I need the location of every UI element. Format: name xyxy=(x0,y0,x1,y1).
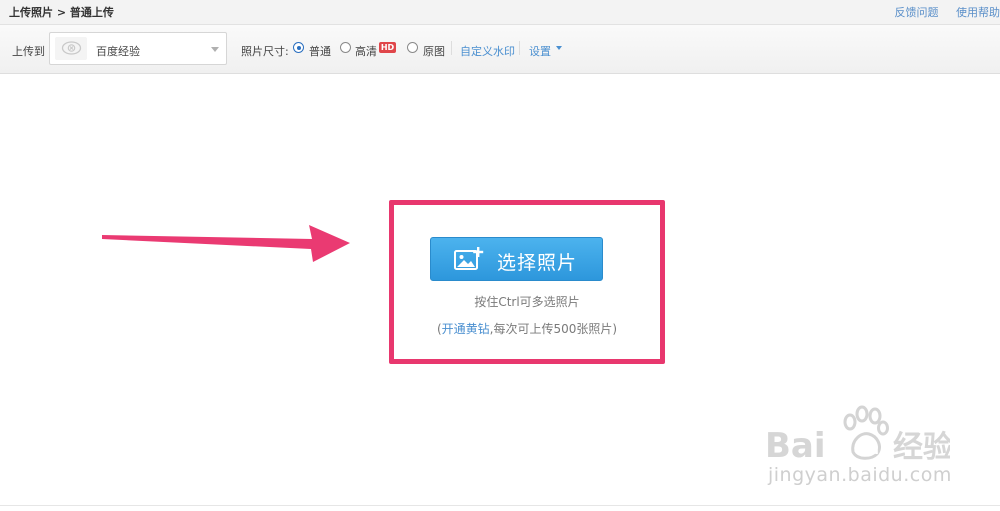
bottom-divider xyxy=(0,505,1000,506)
upload-to-label: 上传到 xyxy=(12,45,45,58)
vip-upload-hint: (开通黄钻,每次可上传500张照片) xyxy=(389,320,665,337)
chevron-down-icon xyxy=(211,47,219,52)
add-image-icon xyxy=(454,247,484,270)
select-photos-button[interactable]: 选择照片 xyxy=(430,237,603,281)
divider xyxy=(451,41,452,55)
svg-text:经验: 经验 xyxy=(893,430,950,464)
settings-chevron-down-icon[interactable] xyxy=(556,46,562,50)
size-normal-radio[interactable] xyxy=(293,42,304,53)
top-bar: 上传照片 > 普通上传 反馈问题 使用帮助 xyxy=(0,0,1000,25)
top-links: 反馈问题 使用帮助 xyxy=(881,4,1000,20)
watermark-site-text: jingyan.baidu.com xyxy=(768,464,952,486)
size-original-radio[interactable] xyxy=(407,42,418,53)
settings-link[interactable]: 设置 xyxy=(529,43,551,59)
upload-toolbar: 上传到 百度经验 照片尺寸: 普通 高清 HD 原图 自定义水印 设置 xyxy=(0,25,1000,74)
size-hd-label[interactable]: 高清 xyxy=(355,43,377,59)
svg-text:du: du xyxy=(859,442,879,458)
eye-icon xyxy=(61,41,82,55)
album-name: 百度经验 xyxy=(96,45,140,58)
feedback-link[interactable]: 反馈问题 xyxy=(895,6,939,19)
arrow-annotation-icon xyxy=(102,225,350,262)
album-cover-thumbnail xyxy=(55,37,87,60)
hint-upload-limit: ,每次可上传500张照片) xyxy=(489,322,618,336)
svg-text:Bai: Bai xyxy=(765,426,826,464)
highlight-frame xyxy=(389,200,665,364)
size-hd-radio[interactable] xyxy=(340,42,351,53)
size-original-label[interactable]: 原图 xyxy=(423,43,445,59)
help-link[interactable]: 使用帮助 xyxy=(956,6,1000,19)
custom-watermark-link[interactable]: 自定义水印 xyxy=(460,43,515,59)
album-select[interactable]: 百度经验 xyxy=(49,32,227,65)
select-photos-label: 选择照片 xyxy=(497,252,578,274)
divider xyxy=(519,41,520,55)
size-normal-label[interactable]: 普通 xyxy=(309,43,331,59)
baidu-jingyan-logo-watermark: Bai du 经验 xyxy=(765,405,950,464)
open-vip-link[interactable]: 开通黄钻 xyxy=(442,322,490,336)
photo-size-label: 照片尺寸: xyxy=(241,45,289,58)
hd-badge: HD xyxy=(379,42,396,53)
multi-select-hint: 按住Ctrl可多选照片 xyxy=(474,295,580,309)
breadcrumb: 上传照片 > 普通上传 xyxy=(9,6,114,19)
